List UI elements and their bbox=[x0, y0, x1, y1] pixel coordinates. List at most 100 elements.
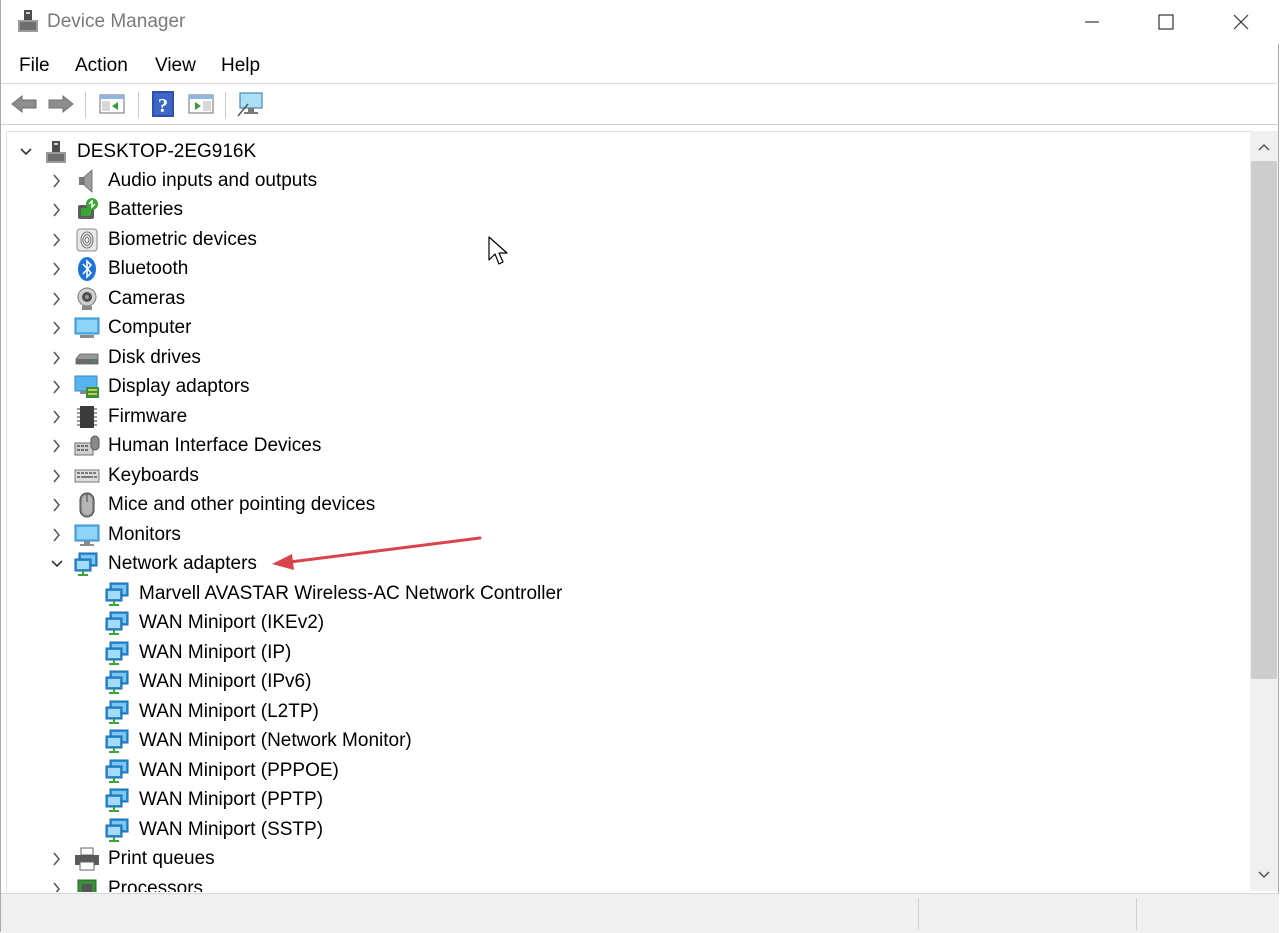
show-hide-console-tree-button[interactable] bbox=[97, 89, 127, 119]
tree-category-label: Disk drives bbox=[108, 347, 201, 368]
chevron-right-icon[interactable] bbox=[48, 231, 66, 249]
tree-category-label: Print queues bbox=[108, 848, 215, 869]
toolbar-divider bbox=[138, 92, 139, 118]
network-adapter-icon bbox=[105, 729, 129, 753]
help-button[interactable]: ? bbox=[148, 89, 178, 119]
tree-device-row[interactable]: WAN Miniport (IKEv2) bbox=[7, 609, 1247, 637]
tree-device-row[interactable]: WAN Miniport (SSTP) bbox=[7, 816, 1247, 844]
toolbar-divider-line bbox=[1, 124, 1279, 125]
firmware-chip-icon bbox=[77, 406, 97, 428]
device-tree[interactable]: DESKTOP-2EG916K Audio inputs and outputs… bbox=[6, 131, 1251, 892]
tree-category-row[interactable]: Firmware bbox=[7, 403, 1247, 431]
battery-icon bbox=[78, 198, 98, 219]
tree-category-label: Firmware bbox=[108, 406, 188, 427]
chevron-right-icon[interactable] bbox=[48, 496, 66, 514]
close-button[interactable] bbox=[1203, 0, 1279, 44]
tree-category-row[interactable]: Audio inputs and outputs bbox=[7, 167, 1247, 195]
network-adapter-icon bbox=[105, 582, 129, 606]
chevron-right-icon[interactable] bbox=[48, 408, 66, 426]
tree-category-row[interactable]: Cameras bbox=[7, 285, 1247, 313]
tree-category-row[interactable]: Processors bbox=[7, 875, 1247, 892]
tree-category-row[interactable]: Human Interface Devices bbox=[7, 432, 1247, 460]
chevron-right-icon[interactable] bbox=[48, 378, 66, 396]
forward-button[interactable] bbox=[46, 89, 76, 119]
tree-category-row[interactable]: Monitors bbox=[7, 521, 1247, 549]
tree-category-row-network-adapters[interactable]: Network adapters bbox=[7, 550, 1247, 578]
window-title: Device Manager bbox=[47, 11, 186, 32]
tree-device-row[interactable]: WAN Miniport (IPv6) bbox=[7, 668, 1247, 696]
tree-category-label: Keyboards bbox=[108, 465, 199, 486]
menu-view[interactable]: View bbox=[155, 55, 196, 77]
menu-file[interactable]: File bbox=[19, 55, 50, 77]
tree-category-label: Bluetooth bbox=[108, 258, 189, 279]
minimize-button[interactable] bbox=[1054, 0, 1130, 44]
maximize-button[interactable] bbox=[1128, 0, 1204, 44]
show-hide-console-tree-icon bbox=[99, 94, 125, 114]
tree-category-row[interactable]: Print queues bbox=[7, 845, 1247, 873]
tree-category-label: Processors bbox=[108, 878, 204, 892]
chevron-right-icon[interactable] bbox=[48, 260, 66, 278]
tree-category-label: Biometric devices bbox=[108, 229, 257, 250]
tree-device-label: WAN Miniport (IKEv2) bbox=[139, 612, 325, 633]
chevron-right-icon[interactable] bbox=[48, 290, 66, 308]
tree-category-row[interactable]: Batteries bbox=[7, 196, 1247, 224]
speaker-icon bbox=[79, 169, 93, 193]
properties-button[interactable] bbox=[186, 89, 216, 119]
tree-device-row[interactable]: WAN Miniport (Network Monitor) bbox=[7, 727, 1247, 755]
tree-device-row[interactable]: WAN Miniport (PPPOE) bbox=[7, 757, 1247, 785]
chevron-right-icon[interactable] bbox=[48, 467, 66, 485]
tree-category-row[interactable]: Bluetooth bbox=[7, 255, 1247, 283]
tree-category-label: Computer bbox=[108, 317, 192, 338]
svg-text:?: ? bbox=[158, 95, 168, 117]
tree-category-row[interactable]: Keyboards bbox=[7, 462, 1247, 490]
network-adapter-icon bbox=[105, 611, 129, 635]
back-icon bbox=[11, 94, 37, 114]
network-adapter-icon bbox=[105, 818, 129, 842]
tree-device-label: WAN Miniport (IPv6) bbox=[139, 671, 312, 692]
network-adapter-icon bbox=[74, 552, 98, 576]
tree-category-label: Network adapters bbox=[108, 553, 257, 574]
tree-root-row[interactable]: DESKTOP-2EG916K bbox=[7, 138, 1247, 166]
title-bar[interactable]: Device Manager bbox=[1, 0, 1279, 44]
tree-device-row[interactable]: Marvell AVASTAR Wireless-AC Network Cont… bbox=[7, 580, 1247, 608]
forward-icon bbox=[48, 94, 74, 114]
tree-device-row[interactable]: WAN Miniport (IP) bbox=[7, 639, 1247, 667]
chevron-right-icon[interactable] bbox=[48, 880, 66, 892]
network-adapter-icon bbox=[105, 700, 129, 724]
tree-category-row[interactable]: Biometric devices bbox=[7, 226, 1247, 254]
toolbar: ? bbox=[1, 86, 1279, 124]
minimize-icon bbox=[1085, 21, 1099, 23]
tree-device-row[interactable]: WAN Miniport (L2TP) bbox=[7, 698, 1247, 726]
computer-icon bbox=[74, 317, 100, 338]
scrollbar-thumb[interactable] bbox=[1251, 161, 1277, 679]
tree-category-row[interactable]: Mice and other pointing devices bbox=[7, 491, 1247, 519]
tree-category-label: Batteries bbox=[108, 199, 183, 220]
chevron-down-icon[interactable] bbox=[17, 143, 35, 161]
tree-root-label: DESKTOP-2EG916K bbox=[77, 141, 257, 162]
back-button[interactable] bbox=[9, 89, 39, 119]
close-icon bbox=[1233, 14, 1249, 30]
status-bar-divider bbox=[918, 898, 919, 930]
chevron-right-icon[interactable] bbox=[48, 526, 66, 544]
camera-icon bbox=[77, 287, 97, 310]
tree-category-row[interactable]: Computer bbox=[7, 314, 1247, 342]
chevron-down-icon[interactable] bbox=[48, 555, 66, 573]
chevron-right-icon[interactable] bbox=[48, 349, 66, 367]
chevron-right-icon[interactable] bbox=[48, 850, 66, 868]
chevron-right-icon[interactable] bbox=[48, 201, 66, 219]
menu-help[interactable]: Help bbox=[221, 55, 260, 77]
chevron-right-icon[interactable] bbox=[48, 437, 66, 455]
tree-category-row[interactable]: Display adaptors bbox=[7, 373, 1247, 401]
scan-hardware-changes-button[interactable] bbox=[236, 89, 266, 119]
tree-device-label: WAN Miniport (L2TP) bbox=[139, 701, 319, 722]
scroll-down-button[interactable] bbox=[1250, 863, 1278, 887]
menu-action[interactable]: Action bbox=[75, 55, 128, 77]
scroll-up-button[interactable] bbox=[1250, 135, 1278, 159]
tree-device-label: WAN Miniport (PPTP) bbox=[139, 789, 324, 810]
chevron-right-icon[interactable] bbox=[48, 319, 66, 337]
chevron-right-icon[interactable] bbox=[48, 172, 66, 190]
vertical-scrollbar[interactable] bbox=[1250, 131, 1278, 891]
tree-device-row[interactable]: WAN Miniport (PPTP) bbox=[7, 786, 1247, 814]
tree-category-row[interactable]: Disk drives bbox=[7, 344, 1247, 372]
toolbar-divider bbox=[85, 92, 86, 118]
